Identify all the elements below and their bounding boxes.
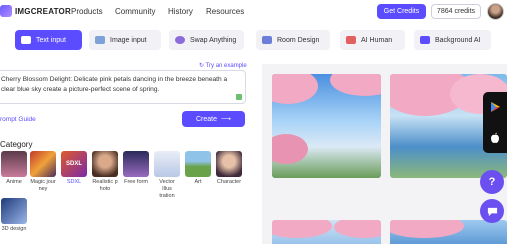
tab-ai-human[interactable]: AI Human [340,30,405,50]
category-thumb [123,151,149,177]
category-label: Character [216,179,242,185]
category-art[interactable]: Art [185,151,211,186]
brand-name: IMGCREATOR [15,6,71,16]
input-mode-tabs: Text input Image input Swap Anything Roo… [0,30,507,50]
nav-products[interactable]: Products [71,7,103,16]
chat-icon [487,207,497,216]
tab-label: Swap Anything [190,36,237,44]
results-gallery [262,64,507,244]
tab-label: Text input [36,36,66,44]
category-label: Magic jour ney [30,179,56,192]
user-avatar[interactable] [487,3,504,20]
tab-text-input[interactable]: Text input [15,30,82,50]
arrow-right-icon: ⟶ [220,116,232,123]
apple-icon[interactable] [489,132,501,144]
logo-icon [0,5,12,17]
category-title: Category [0,140,33,149]
generated-image[interactable] [390,220,507,244]
generated-image[interactable] [272,74,381,178]
category-thumb [216,151,242,177]
category-thumb [30,151,56,177]
app-store-float[interactable] [483,92,507,153]
prompt-guide-link[interactable]: rompt Guide [0,116,36,123]
category-thumb [1,198,27,224]
person-icon [346,36,356,44]
category-character[interactable]: Character [216,151,242,186]
category-label: Anime [6,179,22,185]
image-icon [95,36,105,44]
tab-background-ai[interactable]: Background AI [414,30,491,50]
category-magic-journey[interactable]: Magic jour ney [30,151,56,193]
category-free-form[interactable]: Free form [123,151,149,186]
tab-label: Background AI [435,36,481,44]
category-label: SDXL [66,179,82,185]
category-label: Realistic p hoto [92,179,118,192]
tab-image-input[interactable]: Image input [89,30,161,50]
help-button[interactable]: ? [480,170,504,194]
create-label: Create [195,115,217,123]
try-example-label: Try an example [205,63,247,69]
category-thumb [185,151,211,177]
tab-room-design[interactable]: Room Design [256,30,330,50]
top-header: IMGCREATOR Products Community History Re… [0,0,507,24]
category-3d-design[interactable]: 3D design [1,198,27,233]
category-thumb [1,151,27,177]
category-vector-illustration[interactable]: Vector Illus tration [154,151,180,200]
prompt-status-icon [236,94,242,100]
home-icon [262,36,272,44]
category-realistic-photo[interactable]: Realistic p hoto [92,151,118,193]
prompt-text[interactable]: Cherry Blossom Delight: Delicate pink pe… [1,75,237,95]
question-icon: ? [488,176,496,188]
category-sdxl[interactable]: SDXL SDXL [61,151,87,186]
category-label: 3D design [1,226,27,232]
create-button[interactable]: Create ⟶ [182,111,245,127]
tab-label: Image input [110,36,147,44]
category-label: Art [194,179,202,185]
background-icon [420,36,430,44]
google-play-icon[interactable] [489,101,501,113]
swap-icon [175,36,185,44]
tab-label: Room Design [277,36,320,44]
category-label: Vector Illus tration [159,179,175,199]
credits-balance: 7864 credits [431,4,481,19]
brand-logo[interactable]: IMGCREATOR [0,5,71,17]
nav-history[interactable]: History [168,7,193,16]
prompt-textarea[interactable]: Cherry Blossom Delight: Delicate pink pe… [0,70,246,104]
category-thumb [154,151,180,177]
generated-image[interactable] [272,220,381,244]
tab-swap-anything[interactable]: Swap Anything [169,30,244,50]
nav-community[interactable]: Community [115,7,155,16]
text-input-icon [21,36,31,44]
category-thumb: SDXL [61,151,87,177]
get-credits-button[interactable]: Get Credits [377,4,426,19]
nav-resources[interactable]: Resources [206,7,244,16]
category-label: Free form [124,179,148,185]
try-example-link[interactable]: ↻ Try an example [199,62,247,69]
category-anime[interactable]: Anime [1,151,27,186]
category-thumb [92,151,118,177]
chat-button[interactable] [480,199,504,223]
tab-label: AI Human [361,36,393,44]
